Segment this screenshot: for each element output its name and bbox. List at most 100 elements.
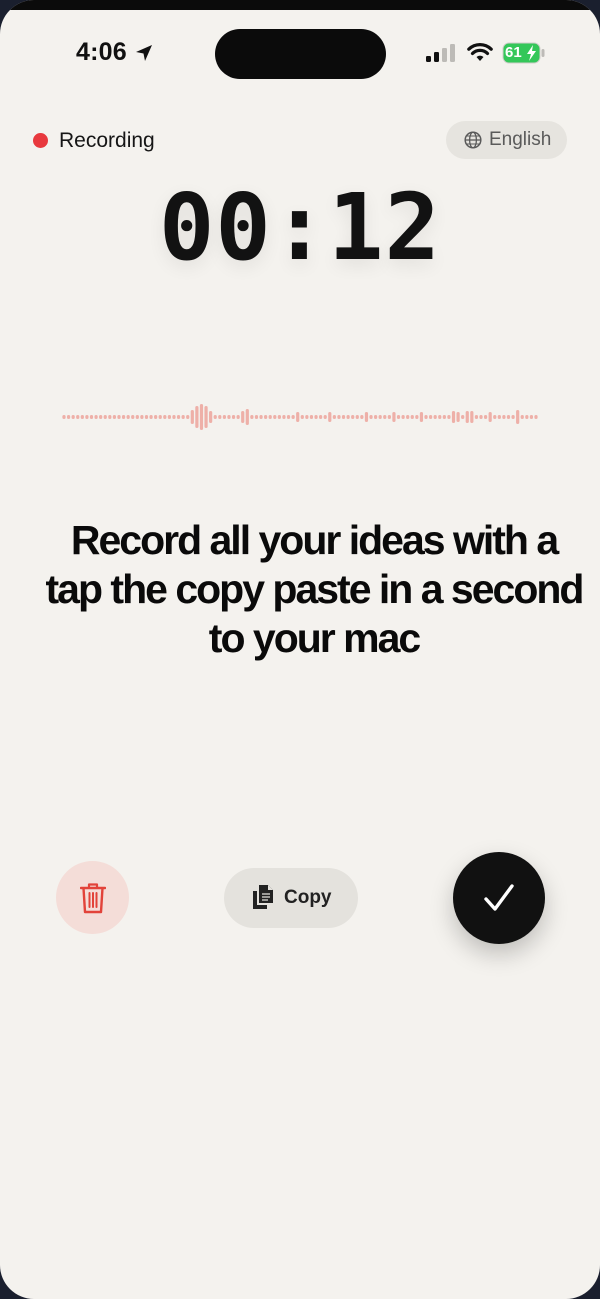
waveform-bar <box>62 415 66 419</box>
waveform-bar <box>497 415 501 419</box>
waveform-bar <box>341 415 346 419</box>
waveform-bar <box>415 415 419 419</box>
waveform-bar <box>351 415 355 419</box>
waveform-bar <box>319 415 323 419</box>
globe-icon <box>464 131 482 149</box>
recording-indicator-dot <box>33 133 48 148</box>
waveform-bar <box>360 415 364 419</box>
battery-percent: 61 <box>505 44 522 61</box>
waveform-bar <box>80 415 84 419</box>
waveform-bar <box>534 415 538 419</box>
waveform-bar <box>332 415 336 419</box>
waveform-bar <box>451 411 456 423</box>
waveform-bar <box>163 415 167 419</box>
waveform-bar <box>529 415 534 419</box>
trash-icon <box>80 883 106 914</box>
waveform-bar <box>218 415 222 419</box>
waveform-bar <box>254 415 259 419</box>
waveform-bar <box>76 415 80 419</box>
waveform-bar <box>429 415 433 419</box>
waveform-bar <box>241 411 245 423</box>
waveform-bar <box>213 415 217 419</box>
waveform-bar <box>410 415 414 419</box>
waveform-bar <box>108 415 112 419</box>
finish-recording-button[interactable] <box>453 852 545 944</box>
language-selector-button[interactable]: English <box>446 121 567 159</box>
waveform-bar <box>461 415 465 419</box>
waveform-bar <box>387 415 391 419</box>
waveform-bar <box>465 411 469 423</box>
checkmark-icon <box>484 884 514 911</box>
headline-text: Record all your ideas with a tap the cop… <box>45 517 585 661</box>
waveform-bar <box>424 415 428 419</box>
waveform-bar <box>264 415 268 419</box>
waveform-bar <box>396 415 401 419</box>
waveform-bar <box>227 415 231 419</box>
phone-screen: 4:06 61 Recording English 00:12 Record a… <box>0 0 600 1299</box>
waveform-bar <box>447 415 451 419</box>
waveform-bar <box>474 415 479 419</box>
waveform-bar <box>296 412 300 422</box>
waveform-bar <box>364 412 369 422</box>
waveform-bar <box>520 415 524 419</box>
status-time: 4:06 <box>76 38 127 66</box>
waveform-bar <box>286 415 291 419</box>
waveform-bar <box>378 415 382 419</box>
cellular-signal-icon <box>426 44 455 62</box>
waveform-bar <box>309 415 314 419</box>
waveform-bar <box>126 415 130 419</box>
waveform-bar <box>85 415 89 419</box>
copy-button[interactable]: Copy <box>224 868 358 928</box>
waveform-bar <box>355 415 359 419</box>
waveform-bar <box>99 415 103 419</box>
waveform-bar <box>305 415 309 419</box>
waveform-bar <box>259 415 263 419</box>
waveform-bar <box>525 415 529 419</box>
waveform-bar <box>314 415 318 419</box>
waveform-bar <box>470 411 474 423</box>
waveform-bar <box>277 415 281 419</box>
waveform-bar <box>442 415 446 419</box>
waveform-bar <box>186 415 190 419</box>
waveform-bar <box>479 415 483 419</box>
waveform-bar <box>323 415 327 419</box>
delete-recording-button[interactable] <box>56 861 129 934</box>
waveform-bar <box>433 415 437 419</box>
waveform-bar <box>158 415 162 419</box>
waveform-bar <box>172 415 176 419</box>
waveform-bar <box>419 412 424 422</box>
waveform-bar <box>374 415 378 419</box>
waveform-bar <box>121 415 126 419</box>
waveform-bar <box>291 415 295 419</box>
waveform-bar <box>438 415 442 419</box>
waveform-bar <box>337 415 341 419</box>
device-top-edge <box>0 0 600 10</box>
language-label: English <box>489 129 552 150</box>
waveform-bar <box>346 415 350 419</box>
waveform-bar <box>328 412 332 422</box>
waveform-bar <box>140 415 144 419</box>
waveform-bar <box>488 412 492 422</box>
waveform-bar <box>300 415 304 419</box>
waveform-bar <box>66 415 71 419</box>
wifi-icon <box>467 43 493 61</box>
waveform-bar <box>131 415 135 419</box>
waveform-bar <box>149 415 153 419</box>
waveform-bar <box>493 415 497 419</box>
waveform-bar <box>144 415 149 419</box>
copy-button-label: Copy <box>284 887 332 908</box>
waveform-bar <box>483 415 488 419</box>
waveform-bar <box>103 415 107 419</box>
document-copy-icon <box>253 885 273 909</box>
waveform-bar <box>181 415 185 419</box>
dynamic-island <box>215 29 386 79</box>
waveform-bar <box>236 415 240 419</box>
waveform-bar <box>204 406 208 428</box>
waveform-bar <box>506 415 511 419</box>
waveform-bar <box>392 412 396 422</box>
waveform-bar <box>167 415 171 419</box>
waveform-bar <box>383 415 387 419</box>
waveform-bar <box>176 415 181 419</box>
waveform-bar <box>401 415 405 419</box>
location-arrow-icon <box>136 45 152 61</box>
